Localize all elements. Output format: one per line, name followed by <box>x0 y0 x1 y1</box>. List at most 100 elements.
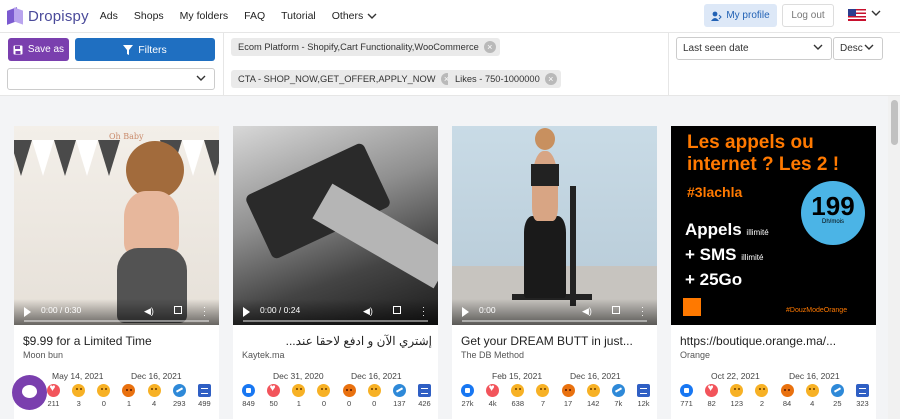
play-icon[interactable] <box>243 307 250 317</box>
ad-card[interactable]: Oh Baby 0:00 / 0:30 ◀) · · · $9.99 for a L… <box>14 126 219 419</box>
menu-shops[interactable]: Shops <box>134 10 164 22</box>
filter-chip-ecom-platform[interactable]: Ecom Platform - Shopify,Cart Functionali… <box>231 38 500 56</box>
last-seen-date: Dec 16, 2021 <box>351 371 402 381</box>
offer-line-1: Appels <box>685 220 742 239</box>
remove-chip-icon[interactable]: × <box>483 41 496 53</box>
menu-others[interactable]: Others <box>332 10 378 22</box>
filters-button[interactable]: Filters <box>75 38 215 61</box>
menu-tutorial[interactable]: Tutorial <box>281 10 316 22</box>
volume-icon[interactable]: ◀) <box>363 306 373 317</box>
advertiser-name[interactable]: The DB Method <box>461 350 524 360</box>
save-as-button[interactable]: Save as <box>8 38 69 61</box>
chat-widget-icon[interactable] <box>12 375 47 410</box>
ad-image[interactable]: Les appels ou internet ? Les 2 ! #3lachl… <box>671 126 876 325</box>
reaction-count: 82 <box>707 399 716 408</box>
dropispy-logo-icon <box>7 7 23 25</box>
reactions-row: 771 82 123 2 84 4 25 323 <box>677 383 872 408</box>
reaction-angry: 0 <box>340 384 359 408</box>
price-badge: 199 Dh/mois <box>801 181 865 245</box>
wow-icon <box>805 384 819 397</box>
my-profile-button[interactable]: My profile <box>704 4 777 27</box>
reaction-count: 25 <box>833 399 842 408</box>
offer-line-2-suffix: illimité <box>741 253 764 262</box>
reaction-count: 4 <box>152 399 157 408</box>
video-progress-bar[interactable] <box>24 320 209 322</box>
ad-title[interactable]: https://boutique.orange.ma/... <box>680 334 870 348</box>
video-controls: 0:00 / 0:30 ◀) · · · <box>14 299 219 325</box>
reaction-share: 7k <box>609 384 628 408</box>
more-options-icon[interactable]: · · · <box>641 303 644 320</box>
sort-order-select[interactable]: Desc <box>833 37 883 60</box>
reaction-love: 4k <box>483 383 502 408</box>
reaction-count: 293 <box>173 399 186 408</box>
scrollbar-thumb[interactable] <box>891 100 898 145</box>
fullscreen-icon[interactable] <box>612 306 620 314</box>
reaction-count: 4 <box>810 399 815 408</box>
chevron-down-icon <box>813 44 823 50</box>
menu-ads[interactable]: Ads <box>100 10 118 22</box>
reaction-count: 4k <box>488 399 497 408</box>
reaction-count: 7k <box>614 399 623 408</box>
like-icon <box>680 384 693 397</box>
advertiser-name[interactable]: Moon bun <box>23 350 63 360</box>
more-options-icon[interactable]: · · · <box>422 303 425 320</box>
reaction-count: 17 <box>563 399 573 408</box>
reaction-count: 3 <box>76 399 81 408</box>
more-options-icon[interactable]: · · · <box>203 303 206 320</box>
video-progress-bar[interactable] <box>243 320 428 322</box>
reaction-love: 211 <box>44 383 63 408</box>
like-icon <box>461 384 474 397</box>
volume-icon[interactable]: ◀) <box>144 306 154 317</box>
love-icon <box>267 383 281 397</box>
us-flag-icon[interactable] <box>848 9 866 21</box>
chip-label: Ecom Platform - Shopify,Cart Functionali… <box>238 42 479 52</box>
love-icon <box>486 383 500 397</box>
play-icon[interactable] <box>462 307 469 317</box>
video-controls: 0:00 ◀) · · · <box>452 299 657 325</box>
folder-select[interactable] <box>7 68 215 90</box>
ad-card[interactable]: Les appels ou internet ? Les 2 ! #3lachl… <box>671 126 876 419</box>
play-icon[interactable] <box>24 307 31 317</box>
scrollbar[interactable] <box>888 96 900 419</box>
ad-title[interactable]: $9.99 for a Limited Time <box>23 334 213 348</box>
menu-my-folders[interactable]: My folders <box>180 10 228 22</box>
ad-title[interactable]: Get your DREAM BUTT in just... <box>461 334 651 348</box>
share-icon <box>830 384 844 397</box>
price-value: 199 <box>811 191 855 221</box>
volume-icon[interactable]: ◀) <box>582 306 592 317</box>
angry-icon <box>780 384 794 397</box>
advertiser-name[interactable]: Kaytek.ma <box>242 350 285 360</box>
fullscreen-icon[interactable] <box>393 306 401 314</box>
video-progress-bar[interactable] <box>462 320 647 322</box>
advertiser-name[interactable]: Orange <box>680 350 710 360</box>
sad-icon <box>97 384 111 397</box>
reaction-sad: 0 <box>94 384 113 408</box>
ad-title[interactable]: إشتري الآن و ادفع لاحقا عند... <box>242 334 432 348</box>
haha-icon <box>511 384 525 397</box>
ad-card[interactable]: 0:00 / 0:24 ◀) · · · إشتري الآن و ادفع لاح… <box>233 126 438 419</box>
logout-button[interactable]: Log out <box>782 4 834 27</box>
reaction-count: 1 <box>296 399 301 408</box>
ad-card[interactable]: 0:00 ◀) · · · Get your DREAM BUTT in just.… <box>452 126 657 419</box>
brand-logo[interactable]: Dropispy <box>7 7 89 25</box>
share-icon <box>392 384 406 397</box>
sort-field-value: Last seen date <box>683 43 749 54</box>
reactions-row: 211 3 0 1 4 293 499 <box>44 383 214 408</box>
menu-faq[interactable]: FAQ <box>244 10 265 22</box>
remove-chip-icon[interactable]: × <box>544 73 557 85</box>
share-icon <box>611 384 625 397</box>
sad-icon <box>755 384 769 397</box>
comment-icon <box>636 384 650 397</box>
reaction-angry: 17 <box>559 384 578 408</box>
sort-field-select[interactable]: Last seen date <box>676 37 832 60</box>
filter-chip-likes[interactable]: Likes - 750-1000000 × <box>448 70 561 88</box>
ad-video[interactable]: 0:00 ◀) · · · <box>452 126 657 325</box>
reaction-count: 0 <box>321 399 326 408</box>
angry-icon <box>342 384 356 397</box>
ad-video[interactable]: Oh Baby 0:00 / 0:30 ◀) · · · <box>14 126 219 325</box>
ad-video[interactable]: 0:00 / 0:24 ◀) · · · <box>233 126 438 325</box>
chevron-down-icon[interactable] <box>871 10 881 17</box>
fullscreen-icon[interactable] <box>174 306 182 314</box>
reaction-count: 426 <box>418 399 431 408</box>
filter-chip-cta[interactable]: CTA - SHOP_NOW,GET_OFFER,APPLY_NOW × <box>231 70 457 88</box>
